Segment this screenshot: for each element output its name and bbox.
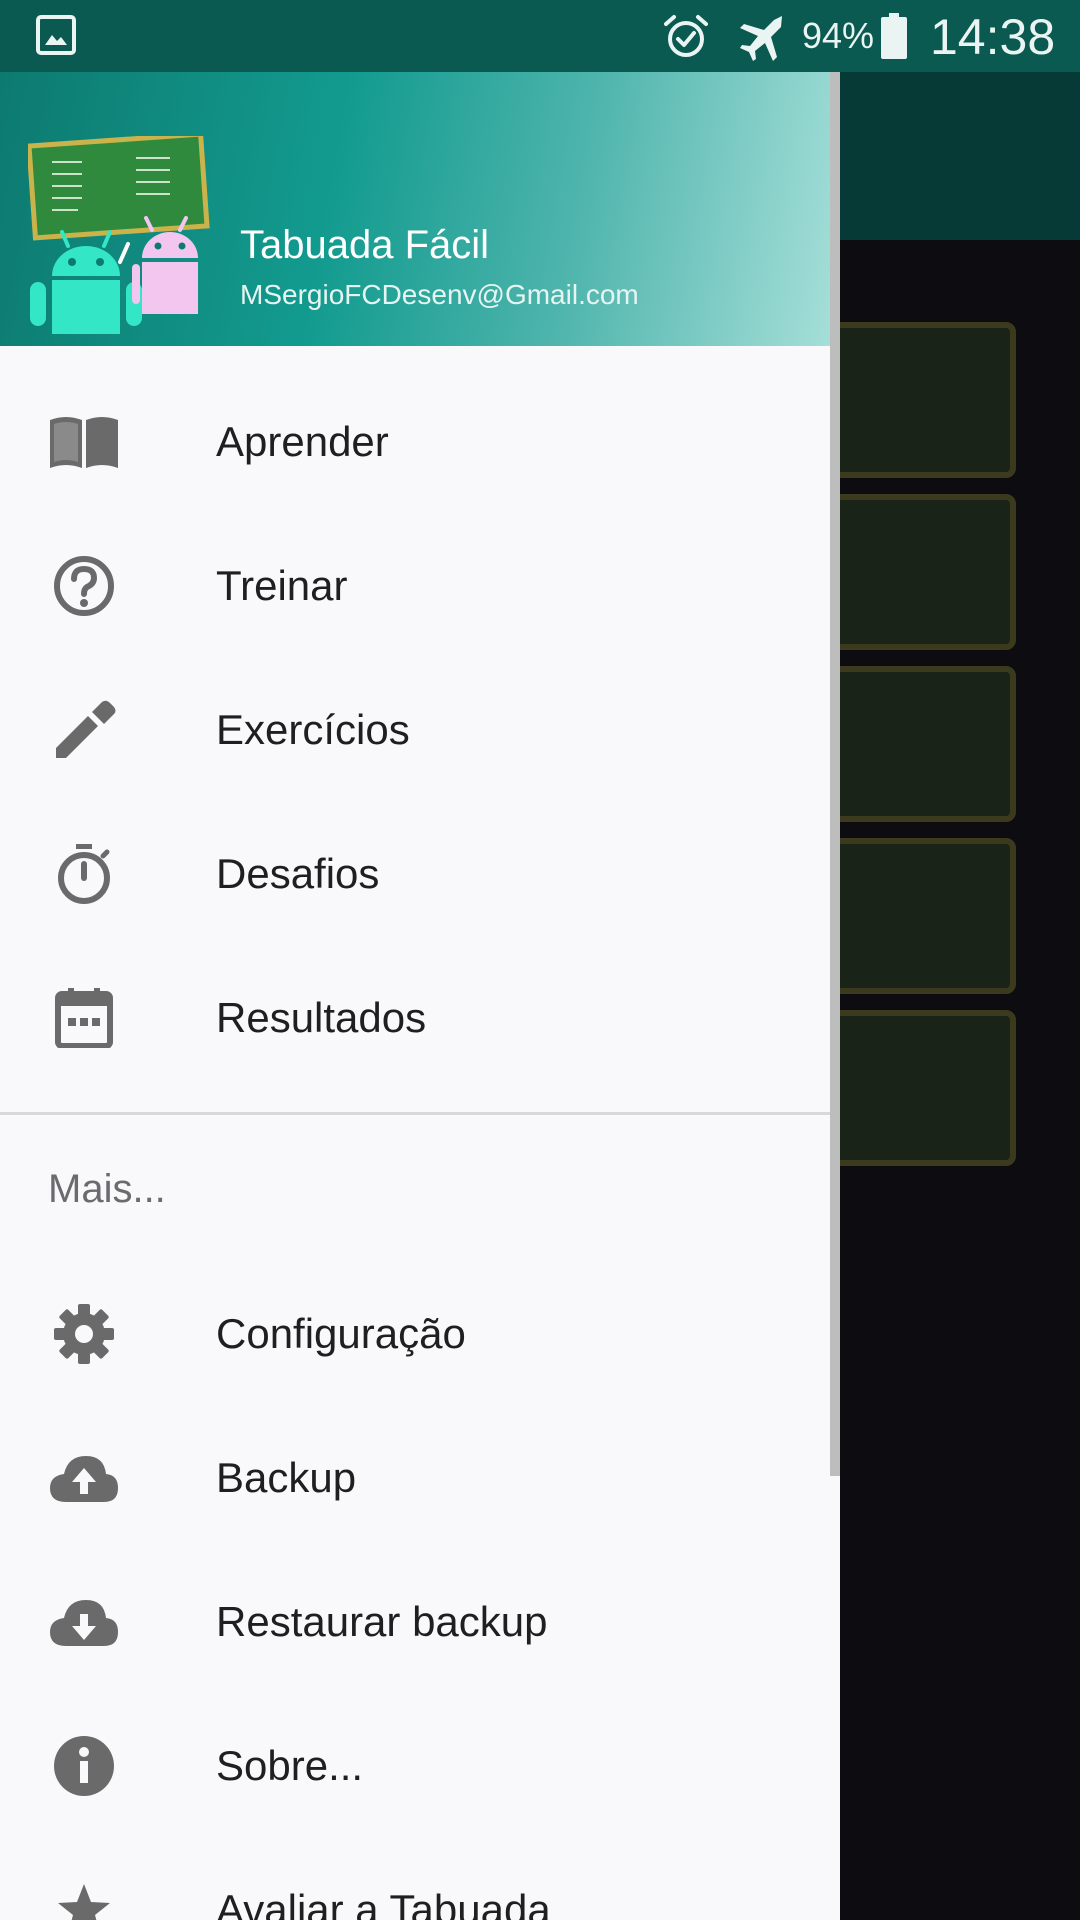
pencil-icon xyxy=(56,700,116,758)
menu-item-avaliar[interactable]: Avaliar a Tabuada xyxy=(0,1838,840,1920)
calendar-icon xyxy=(55,988,113,1048)
menu-item-label: Backup xyxy=(216,1454,357,1501)
menu-divider xyxy=(0,1112,840,1115)
menu-item-treinar[interactable]: Treinar xyxy=(0,514,840,658)
menu-item-desafios[interactable]: Desafios xyxy=(0,802,840,946)
battery-percent: 94% xyxy=(802,15,875,56)
battery-icon xyxy=(881,13,907,59)
menu-item-resultados[interactable]: Resultados xyxy=(0,946,840,1090)
info-icon xyxy=(54,1736,114,1796)
menu-item-label: Treinar xyxy=(216,562,348,609)
background-card xyxy=(826,322,1016,478)
menu-item-label: Resultados xyxy=(216,994,427,1041)
gear-icon xyxy=(54,1304,114,1364)
menu-item-configuracao[interactable]: Configuração xyxy=(0,1262,840,1406)
airplane-mode-icon xyxy=(740,16,782,61)
image-notification-icon xyxy=(36,15,76,55)
app-name: Tabuada Fácil xyxy=(240,223,490,267)
drawer-scrollbar[interactable] xyxy=(830,0,840,1476)
cloud-download-icon xyxy=(50,1600,118,1646)
menu-item-label: Avaliar a Tabuada xyxy=(216,1886,551,1920)
menu-item-label: Restaurar backup xyxy=(216,1598,548,1645)
menu-item-label: Aprender xyxy=(216,418,389,465)
drawer-header: Tabuada Fácil MSergioFCDesenv@Gmail.com xyxy=(0,72,840,346)
menu-item-backup[interactable]: Backup xyxy=(0,1406,840,1550)
menu-item-exercicios[interactable]: Exercícios xyxy=(0,658,840,802)
timer-icon xyxy=(58,844,110,904)
menu-item-label: Desafios xyxy=(216,850,380,897)
account-email: MSergioFCDesenv@Gmail.com xyxy=(240,279,639,310)
background-card xyxy=(826,666,1016,822)
menu-item-label: Exercícios xyxy=(216,706,410,753)
menu-item-label: Sobre... xyxy=(216,1742,364,1789)
help-circle-icon xyxy=(54,556,114,616)
app-logo-icon xyxy=(28,136,210,334)
book-icon xyxy=(50,417,118,468)
navigation-drawer: Tabuada Fácil MSergioFCDesenv@Gmail.com … xyxy=(0,0,840,1920)
background-card xyxy=(826,838,1016,994)
alarm-icon xyxy=(664,15,708,57)
menu-item-sobre[interactable]: Sobre... xyxy=(0,1694,840,1838)
section-header-mais: Mais... xyxy=(48,1167,166,1211)
menu-item-restaurar-backup[interactable]: Restaurar backup xyxy=(0,1550,840,1694)
menu-item-aprender[interactable]: Aprender xyxy=(0,370,840,514)
background-card xyxy=(826,1010,1016,1166)
cloud-upload-icon xyxy=(50,1456,118,1502)
clock: 14:38 xyxy=(930,9,1056,65)
background-card xyxy=(826,494,1016,650)
menu-item-label: Configuração xyxy=(216,1310,466,1357)
status-bar: 94% 14:38 xyxy=(0,0,1080,72)
star-icon xyxy=(58,1884,110,1920)
